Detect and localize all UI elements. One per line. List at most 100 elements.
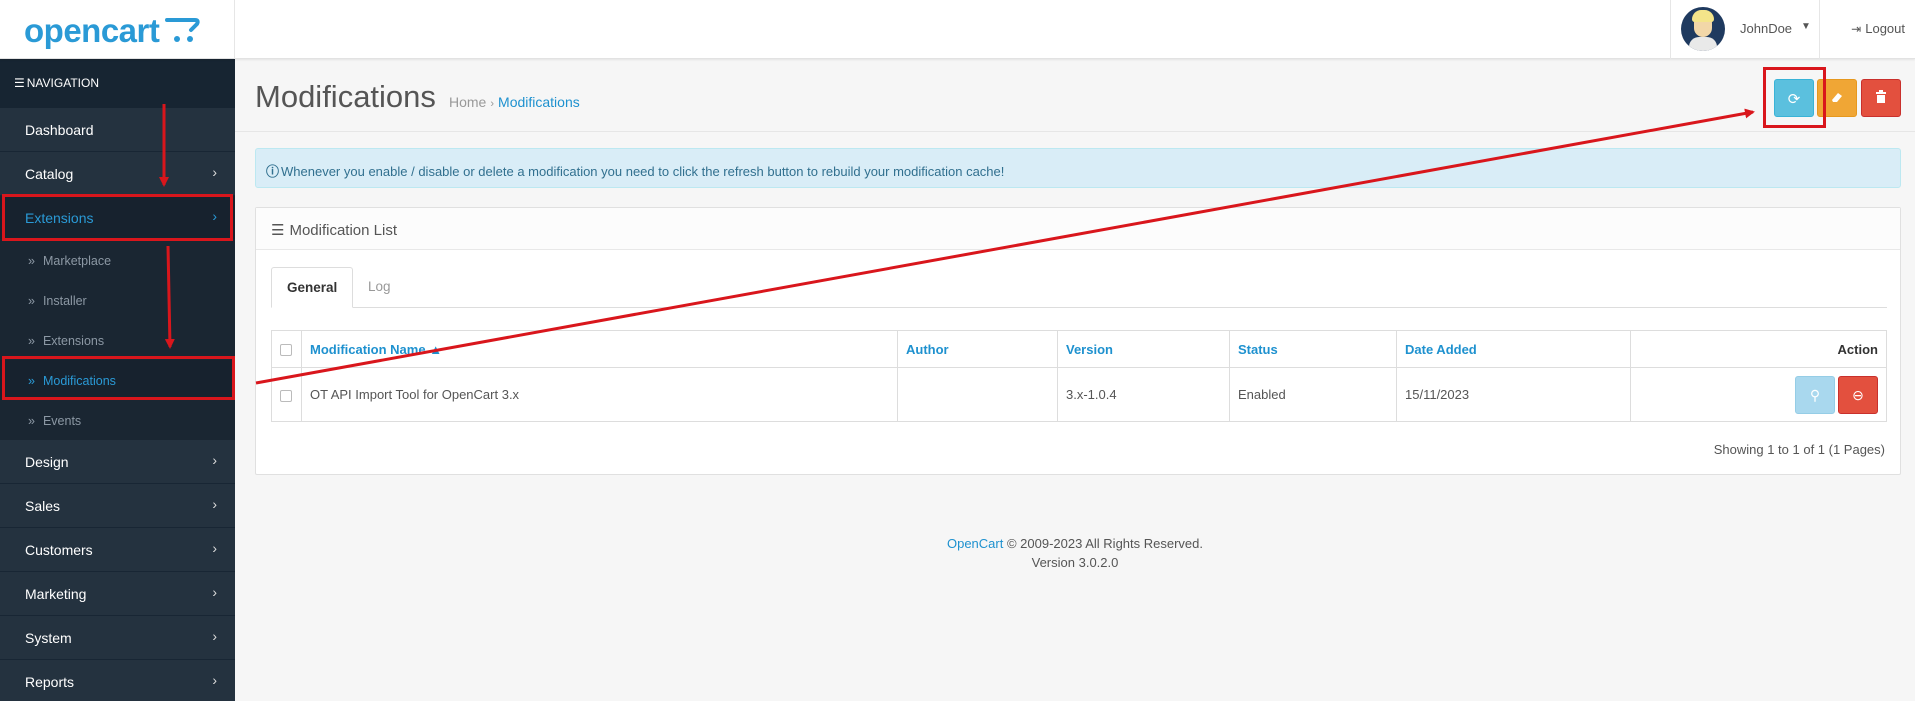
disable-button[interactable]: ⊖ xyxy=(1838,375,1878,414)
modification-table: Modification Name ▲ Author Version Statu… xyxy=(271,330,1887,422)
trash-icon xyxy=(1876,90,1886,103)
chevron-right-icon: › xyxy=(212,208,217,224)
minus-circle-icon: ⊖ xyxy=(1852,386,1864,403)
submenu-item-modifications[interactable]: » Modifications xyxy=(0,360,235,400)
column-header-author[interactable]: Author xyxy=(897,330,1058,368)
double-chevron-icon: » xyxy=(28,374,35,388)
sidebar-item-label: Extensions xyxy=(25,210,94,226)
sidebar-item-label: Dashboard xyxy=(25,122,94,138)
menu-bars-icon: ☰ xyxy=(14,76,25,90)
sidebar-item-label: Customers xyxy=(25,542,93,558)
sidebar-item-label: Reports xyxy=(25,674,75,690)
breadcrumb-modifications[interactable]: Modifications xyxy=(498,94,580,110)
clear-button[interactable] xyxy=(1817,79,1857,117)
column-header-name[interactable]: Modification Name ▲ xyxy=(301,330,898,368)
delete-button[interactable] xyxy=(1861,79,1901,117)
modification-list-panel: ☰ Modification List General Log Modificat… xyxy=(255,207,1901,475)
cell-name: OT API Import Tool for OpenCart 3.x xyxy=(301,367,898,422)
cell-author xyxy=(897,367,1058,422)
submenu-label: Modifications xyxy=(42,374,116,388)
pagination-info: Showing 1 to 1 of 1 (1 Pages) xyxy=(1713,442,1885,457)
tab-general[interactable]: General xyxy=(271,267,354,308)
sidebar-item-reports[interactable]: Reports › xyxy=(0,660,235,701)
submenu-item-events[interactable]: » Events xyxy=(0,400,235,440)
refresh-icon: ⟳ xyxy=(1787,91,1801,108)
navigation-title: NAVIGATION xyxy=(26,76,99,90)
footer-opencart-link[interactable]: OpenCart xyxy=(947,536,1003,551)
sidebar-item-label: System xyxy=(25,630,72,646)
chevron-right-icon: › xyxy=(212,540,217,556)
chevron-right-icon: › xyxy=(212,164,217,180)
submenu-label: Events xyxy=(42,414,82,428)
sidebar-item-marketing[interactable]: Marketing › xyxy=(0,572,235,616)
tab-log[interactable]: Log xyxy=(353,267,406,308)
logout-link[interactable]: ⇥ Logout xyxy=(1851,21,1905,36)
submenu-item-marketplace[interactable]: » Marketplace xyxy=(0,240,235,280)
cell-status: Enabled xyxy=(1229,367,1397,422)
caret-down-icon: ▼ xyxy=(1801,21,1811,32)
logo-text: opencart xyxy=(24,12,160,49)
chevron-right-icon: › xyxy=(212,496,217,512)
sort-asc-icon: ▲ xyxy=(429,341,443,357)
column-header-version[interactable]: Version xyxy=(1057,330,1230,368)
submenu-label: Installer xyxy=(42,294,87,308)
submenu-label: Marketplace xyxy=(42,254,112,268)
alert-text: Whenever you enable / disable or delete … xyxy=(281,164,1005,179)
extensions-submenu: » Marketplace » Installer » Extensions » Mod… xyxy=(0,240,235,440)
breadcrumb-home[interactable]: Home xyxy=(449,94,486,110)
table-header-row: Modification Name ▲ Author Version Statu… xyxy=(271,330,1887,368)
sidebar-item-label: Sales xyxy=(25,498,61,514)
double-chevron-icon: » xyxy=(28,254,35,268)
logout-label: Logout xyxy=(1865,21,1905,36)
row-checkbox[interactable] xyxy=(280,389,292,402)
footer-copyright: © 2009-2023 All Rights Reserved. xyxy=(1006,536,1204,551)
double-chevron-icon: » xyxy=(28,294,35,308)
main-content: Modifications Home › Modifications ⟳ ⓘ When… xyxy=(235,59,1915,701)
sign-out-icon: ⇥ xyxy=(1851,22,1862,36)
refresh-button[interactable]: ⟳ xyxy=(1774,79,1814,117)
sidebar-item-extensions[interactable]: Extensions › xyxy=(0,196,235,240)
sidebar-item-design[interactable]: Design › xyxy=(0,440,235,484)
panel-title: Modification List xyxy=(289,222,398,239)
link-icon: ⚲ xyxy=(1809,386,1821,403)
sidebar-item-sales[interactable]: Sales › xyxy=(0,484,235,528)
panel-heading: ☰ Modification List xyxy=(256,208,1900,250)
info-alert: ⓘ Whenever you enable / disable or delete… xyxy=(255,148,1901,188)
cart-logo-icon xyxy=(165,18,200,42)
submenu-label: Extensions xyxy=(42,334,105,348)
footer: OpenCart © 2009-2023 All Rights Reserved… xyxy=(235,534,1915,572)
double-chevron-icon: » xyxy=(28,334,35,348)
chevron-right-icon: › xyxy=(212,452,217,468)
link-button[interactable]: ⚲ xyxy=(1795,375,1835,414)
breadcrumb-separator-icon: › xyxy=(490,98,495,110)
page-header: Modifications Home › Modifications ⟳ xyxy=(235,59,1915,132)
row-select-cell xyxy=(271,367,302,422)
opencart-logo[interactable]: opencart xyxy=(0,0,235,59)
column-header-status[interactable]: Status xyxy=(1229,330,1397,368)
info-circle-icon: ⓘ xyxy=(266,164,280,179)
sidebar-item-dashboard[interactable]: Dashboard xyxy=(0,108,235,152)
eraser-icon xyxy=(1832,93,1842,102)
sidebar-item-label: Catalog xyxy=(25,166,74,182)
select-all-cell xyxy=(271,330,302,368)
submenu-item-installer[interactable]: » Installer xyxy=(0,280,235,320)
top-header: opencart JohnDoe ▼ ⇥ Logout xyxy=(0,0,1915,59)
chevron-right-icon: › xyxy=(212,628,217,644)
navigation-header: ☰ NAVIGATION xyxy=(0,59,235,108)
breadcrumb: Home › Modifications xyxy=(449,94,580,110)
sidebar-item-customers[interactable]: Customers › xyxy=(0,528,235,572)
user-dropdown[interactable]: JohnDoe ▼ xyxy=(1670,0,1820,59)
sidebar-item-catalog[interactable]: Catalog › xyxy=(0,152,235,196)
list-icon: ☰ xyxy=(271,222,285,239)
tab-bar: General Log xyxy=(271,267,1887,308)
cell-version: 3.x-1.0.4 xyxy=(1057,367,1230,422)
sidebar-item-system[interactable]: System › xyxy=(0,616,235,660)
select-all-checkbox[interactable] xyxy=(280,344,292,357)
table-row: OT API Import Tool for OpenCart 3.x 3.x-… xyxy=(271,367,1887,422)
cell-date-added: 15/11/2023 xyxy=(1396,367,1631,422)
sidebar-item-label: Marketing xyxy=(25,586,87,602)
cell-actions: ⚲ ⊖ xyxy=(1630,367,1887,422)
column-header-date-added[interactable]: Date Added xyxy=(1396,330,1631,368)
submenu-item-extensions[interactable]: » Extensions xyxy=(0,320,235,360)
username: JohnDoe xyxy=(1740,21,1793,36)
